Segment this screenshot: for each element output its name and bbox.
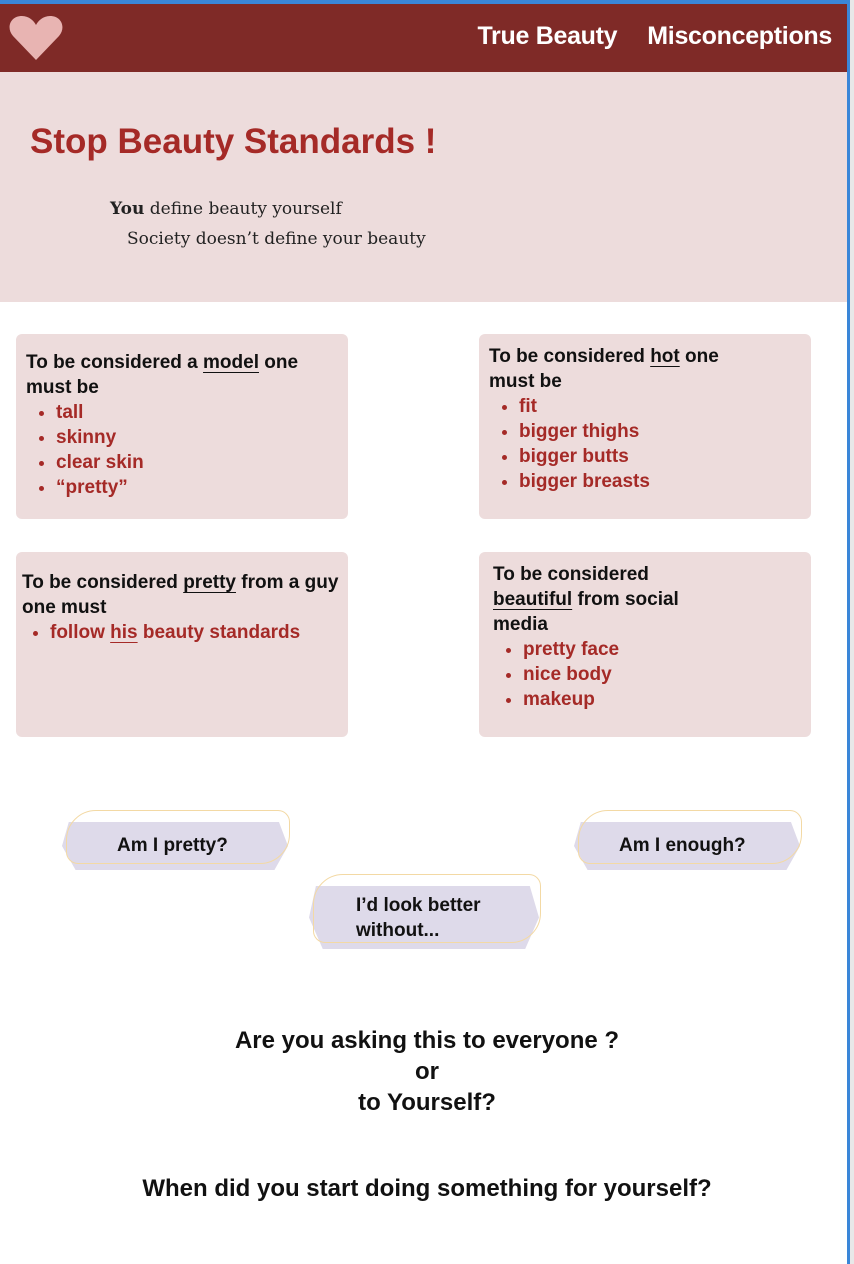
closing-line: Are you asking this to everyone ? (234, 1027, 620, 1054)
card-list: tall skinny clear skin “pretty” (26, 400, 338, 500)
tagline: You define beauty yourself (110, 199, 342, 219)
question-am-i-enough: Am I enough? (574, 810, 802, 870)
list-item: makeup (523, 687, 797, 712)
question-look-better: I’d look better without... (309, 874, 541, 949)
list-item: bigger thighs (519, 419, 801, 444)
question-am-i-pretty: Am I pretty? (62, 810, 290, 870)
card-list: pretty face nice body makeup (493, 637, 797, 712)
list-item: follow his beauty standards (50, 620, 342, 645)
question-text: Am I enough? (619, 835, 746, 856)
site-header: True Beauty Misconceptions (0, 4, 847, 72)
card-model: To be considered a model one must be tal… (16, 334, 348, 519)
question-text: Am I pretty? (117, 835, 228, 856)
question-text: I’d look better without... (356, 894, 481, 941)
list-item: clear skin (56, 450, 338, 475)
card-heading: To be considered hot one must be (489, 346, 719, 392)
list-item: fit (519, 394, 801, 419)
card-beautiful: To be considered beautiful from social m… (479, 552, 811, 737)
list-item: nice body (523, 662, 797, 687)
card-heading: To be considered beautiful from social m… (493, 564, 679, 635)
closing-question: Are you asking this to everyone ? or to … (0, 1025, 854, 1118)
card-heading: To be considered a model one must be (26, 352, 299, 398)
tagline-emphasis: You (110, 199, 145, 219)
hero-section: Stop Beauty Standards ! You define beaut… (0, 72, 847, 302)
page-title: Stop Beauty Standards ! (30, 122, 437, 161)
closing-line: or (415, 1058, 439, 1085)
list-item: “pretty” (56, 475, 338, 500)
list-item: skinny (56, 425, 338, 450)
closing-prompt: When did you start doing something for y… (142, 1175, 712, 1202)
card-hot: To be considered hot one must be fit big… (479, 334, 811, 519)
card-list: follow his beauty standards (22, 620, 342, 645)
main-nav: True Beauty Misconceptions (477, 22, 832, 51)
heart-logo-icon[interactable] (8, 14, 64, 67)
card-heading: To be considered pretty from a guy one m… (22, 572, 339, 618)
card-pretty: To be considered pretty from a guy one m… (16, 552, 348, 737)
closing-line: to Yourself? (358, 1089, 496, 1116)
nav-true-beauty[interactable]: True Beauty (477, 22, 617, 51)
tagline-text: define beauty yourself (144, 199, 342, 219)
nav-misconceptions[interactable]: Misconceptions (647, 22, 832, 51)
list-item: bigger breasts (519, 469, 801, 494)
list-item: tall (56, 400, 338, 425)
list-item: pretty face (523, 637, 797, 662)
card-list: fit bigger thighs bigger butts bigger br… (489, 394, 801, 494)
tagline-secondary: Society doesn’t define your beauty (127, 229, 426, 249)
list-item: bigger butts (519, 444, 801, 469)
